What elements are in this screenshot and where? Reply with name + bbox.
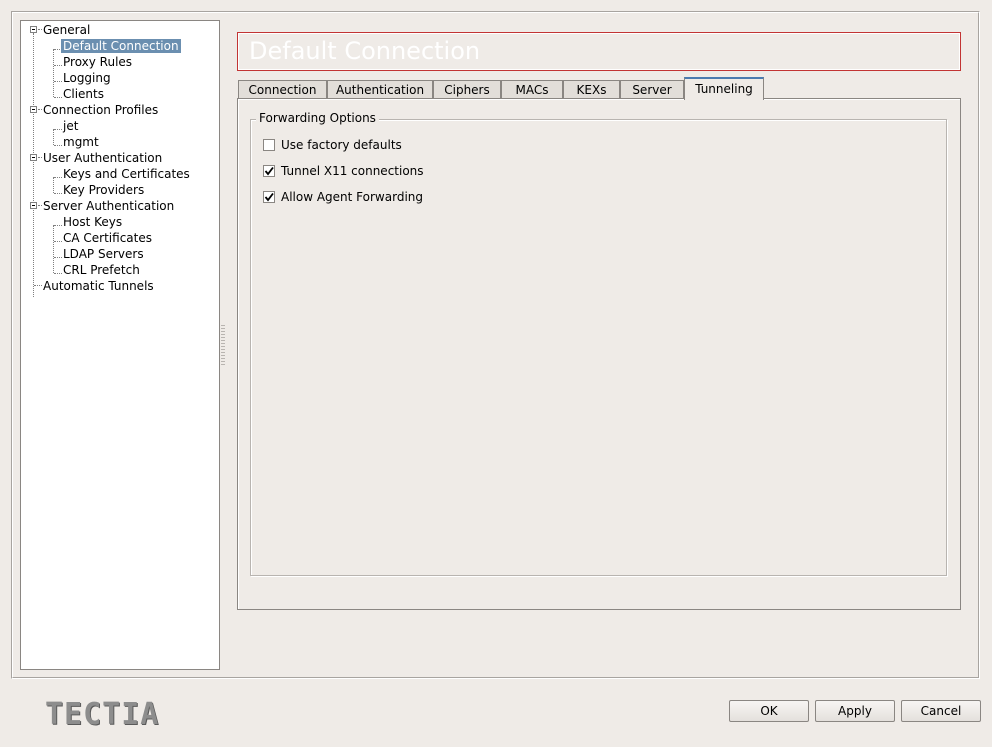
collapse-icon[interactable] — [30, 154, 37, 161]
tree-item-label: CRL Prefetch — [63, 263, 140, 277]
tree-item-connection-profiles[interactable]: Connection Profiles — [41, 102, 160, 118]
page-title-box: Default Connection — [237, 32, 961, 71]
tree-item-label: Automatic Tunnels — [43, 279, 154, 293]
ok-button[interactable]: OK — [729, 700, 809, 722]
tab-connection[interactable]: Connection — [238, 80, 327, 99]
tree-item-label: Default Connection — [61, 39, 181, 53]
tree-item-label: General — [43, 23, 91, 37]
tree-item-general[interactable]: General — [41, 22, 92, 38]
tab-server[interactable]: Server — [620, 80, 684, 99]
tree-item-label: Host Keys — [63, 215, 123, 229]
tree-item-logging[interactable]: Logging — [61, 70, 113, 86]
tree-connector — [53, 225, 54, 273]
page-title: Default Connection — [249, 37, 481, 65]
tab-kexs[interactable]: KEXs — [563, 80, 620, 99]
tectia-logo: TECTIA — [45, 697, 160, 732]
tree-connector — [33, 33, 34, 297]
tree-item-key-providers[interactable]: Key Providers — [61, 182, 146, 198]
settings-tree[interactable]: General Default Connection Proxy Rules L… — [20, 20, 220, 670]
tree-item-default-connection[interactable]: Default Connection — [61, 38, 181, 54]
tab-authentication[interactable]: Authentication — [327, 80, 433, 99]
tree-item-crl-prefetch[interactable]: CRL Prefetch — [61, 262, 142, 278]
tree-item-label: Connection Profiles — [43, 103, 159, 117]
tree-connector — [53, 177, 54, 193]
tab-tunneling[interactable]: Tunneling — [684, 77, 764, 100]
tree-item-label: Keys and Certificates — [63, 167, 190, 181]
tree-item-label: Clients — [63, 87, 104, 101]
tree-item-label: CA Certificates — [63, 231, 152, 245]
tree-item-label: mgmt — [63, 135, 99, 149]
apply-button[interactable]: Apply — [815, 700, 895, 722]
collapse-icon[interactable] — [30, 26, 37, 33]
tree-connector — [53, 49, 54, 97]
forwarding-options-group — [250, 119, 947, 576]
tree-item-clients[interactable]: Clients — [61, 86, 106, 102]
tree-item-label: jet — [63, 119, 79, 133]
tree-item-label: Server Authentication — [43, 199, 175, 213]
tree-item-mgmt[interactable]: mgmt — [61, 134, 101, 150]
checkbox-label: Allow Agent Forwarding — [281, 190, 423, 204]
tree-item-proxy-rules[interactable]: Proxy Rules — [61, 54, 134, 70]
tree-item-user-authentication[interactable]: User Authentication — [41, 150, 164, 166]
checkmark-icon — [263, 165, 275, 177]
tab-ciphers[interactable]: Ciphers — [433, 80, 501, 99]
tree-connector — [53, 129, 54, 145]
tree-item-keys-and-certificates[interactable]: Keys and Certificates — [61, 166, 192, 182]
cancel-button[interactable]: Cancel — [901, 700, 981, 722]
collapse-icon[interactable] — [30, 202, 37, 209]
collapse-icon[interactable] — [30, 106, 37, 113]
checkbox-label: Use factory defaults — [281, 138, 402, 152]
tree-item-label: LDAP Servers — [63, 247, 144, 261]
splitter-handle[interactable] — [221, 325, 225, 365]
tree-item-jet[interactable]: jet — [61, 118, 80, 134]
tree-item-label: Proxy Rules — [63, 55, 133, 69]
tree-item-ca-certificates[interactable]: CA Certificates — [61, 230, 154, 246]
tree-item-label: Key Providers — [63, 183, 145, 197]
checkmark-icon — [263, 191, 275, 203]
tree-item-label: Logging — [63, 71, 111, 85]
group-title: Forwarding Options — [256, 110, 379, 126]
tree-item-ldap-servers[interactable]: LDAP Servers — [61, 246, 146, 262]
checkbox-label: Tunnel X11 connections — [281, 164, 424, 178]
tree-item-label: User Authentication — [43, 151, 163, 165]
tree-item-host-keys[interactable]: Host Keys — [61, 214, 124, 230]
tree-item-automatic-tunnels[interactable]: Automatic Tunnels — [41, 278, 156, 294]
tree-item-server-authentication[interactable]: Server Authentication — [41, 198, 176, 214]
tab-macs[interactable]: MACs — [501, 80, 563, 99]
checkbox-unchecked-icon — [263, 139, 275, 151]
